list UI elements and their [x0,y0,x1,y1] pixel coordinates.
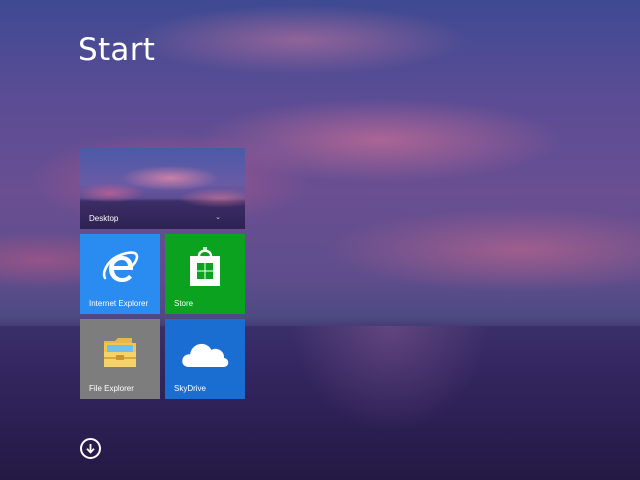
tile-skydrive-label: SkyDrive [174,384,207,393]
folder-icon [104,338,136,367]
arrow-down-circle-icon [86,444,95,454]
tile-desktop-label: Desktop [89,214,119,223]
tile-caret-icon: ⌄ [215,213,221,221]
tile-internet-explorer[interactable]: Internet Explorer [80,234,160,314]
tile-internet-explorer-label: Internet Explorer [89,299,149,308]
cloud-icon [182,343,229,367]
internet-explorer-icon [102,251,139,282]
tile-file-explorer[interactable]: File Explorer [80,319,160,399]
tile-desktop[interactable]: ⌄ Desktop [80,148,245,229]
all-apps-button[interactable] [80,438,101,459]
tile-skydrive[interactable]: SkyDrive [165,319,245,399]
page-title: Start [78,32,156,68]
store-bag-icon [190,247,220,286]
tile-store-label: Store [174,299,194,308]
tile-store[interactable]: Store [165,234,245,314]
tile-file-explorer-label: File Explorer [89,384,134,393]
